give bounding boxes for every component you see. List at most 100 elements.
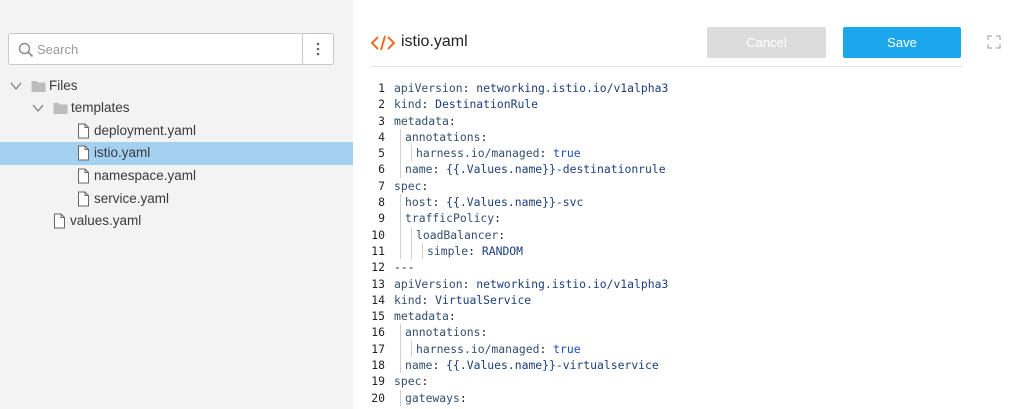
- yaml-key: gateways: [405, 390, 460, 405]
- yaml-key: kind: [394, 292, 422, 307]
- code-text: apiVersion: networking.istio.io/v1alpha3: [394, 81, 669, 95]
- expand-icon[interactable]: [987, 35, 1001, 49]
- code-line: 18 name: {{.Values.name}}-virtualservice: [353, 357, 1024, 374]
- code-text: kind: DestinationRule: [394, 97, 539, 112]
- code-tag-icon: [371, 35, 395, 51]
- yaml-key: apiVersion: [394, 276, 463, 291]
- yaml-key: harness.io/managed: [416, 146, 540, 161]
- file-icon: [78, 168, 89, 184]
- code-text: metadata:: [394, 309, 456, 324]
- code-text: harness.io/managed: true: [394, 340, 581, 358]
- tree-file[interactable]: service.yaml: [0, 188, 353, 211]
- yaml-key: simple: [427, 243, 469, 258]
- yaml-key: annotations: [405, 129, 481, 144]
- code-text: gateways:: [394, 389, 467, 406]
- yaml-key: apiVersion: [394, 81, 463, 95]
- search-box: [8, 33, 314, 65]
- folder-icon: [31, 81, 46, 92]
- code-line: 3 metadata:: [353, 113, 1024, 129]
- tree-item-label: Files: [49, 78, 78, 93]
- yaml-value: networking.istio.io/v1alpha3: [476, 276, 669, 291]
- tree-file[interactable]: values.yaml: [0, 210, 353, 233]
- indent-guide: [400, 226, 405, 243]
- code-text: harness.io/managed: true: [394, 145, 581, 162]
- yaml-key: harness.io/managed: [416, 341, 540, 356]
- chevron-down-icon[interactable]: [32, 103, 44, 113]
- yaml-value: true: [553, 341, 581, 356]
- code-line: 8 host: {{.Values.name}}-svc: [353, 194, 1024, 211]
- code-line: 5 harness.io/managed: true: [353, 145, 1024, 162]
- tree-file[interactable]: deployment.yaml: [0, 120, 353, 143]
- code-area[interactable]: 1 apiVersion: networking.istio.io/v1alpha…: [353, 80, 1024, 406]
- line-number: 7: [378, 178, 385, 193]
- yaml-value: {{.Values.name}}-virtualservice: [446, 358, 659, 373]
- yaml-value: {{.Values.name}}-destinationrule: [446, 162, 666, 177]
- code-text: metadata:: [394, 113, 456, 128]
- indent-guide: [400, 145, 405, 162]
- line-number: 16: [371, 325, 385, 340]
- line-number: 8: [378, 195, 385, 210]
- indent-guide: [400, 242, 405, 260]
- code-line: 1 apiVersion: networking.istio.io/v1alpha…: [353, 80, 1024, 96]
- code-text: simple: RANDOM: [394, 242, 523, 260]
- yaml-key: kind: [394, 97, 422, 112]
- tree-item-label: namespace.yaml: [94, 168, 197, 183]
- code-text: apiVersion: networking.istio.io/v1alpha3: [394, 276, 669, 291]
- yaml-key: name: [405, 162, 433, 177]
- search-icon: [18, 42, 34, 58]
- tree-file[interactable]: istio.yaml: [0, 142, 353, 165]
- line-number: 14: [371, 292, 385, 307]
- code-text: spec:: [394, 178, 429, 193]
- code-text: kind: VirtualService: [394, 292, 532, 307]
- yaml-separator: ---: [394, 260, 415, 275]
- tree-folder[interactable]: templates: [0, 97, 353, 120]
- search-input[interactable]: [37, 34, 307, 64]
- line-number: 9: [378, 211, 385, 226]
- yaml-key: annotations: [405, 325, 481, 340]
- code-line: 2 kind: DestinationRule: [353, 96, 1024, 112]
- code-line: 15 metadata:: [353, 308, 1024, 324]
- line-number: 6: [378, 162, 385, 177]
- code-text: host: {{.Values.name}}-svc: [394, 194, 583, 211]
- more-options-button[interactable]: [302, 33, 334, 65]
- line-number: 11: [371, 243, 385, 258]
- code-text: loadBalancer:: [394, 226, 505, 243]
- cancel-button[interactable]: Cancel: [707, 27, 826, 58]
- header-divider: [371, 66, 963, 67]
- yaml-key: spec: [394, 178, 422, 193]
- yaml-key: name: [405, 358, 433, 373]
- file-title: istio.yaml: [401, 33, 468, 50]
- code-line: 13 apiVersion: networking.istio.io/v1alph…: [353, 276, 1024, 292]
- code-line: 20 gateways:: [353, 389, 1024, 406]
- code-editor-panel: istio.yaml Cancel Save 1 apiVersion: netw…: [353, 0, 1024, 409]
- line-number: 4: [378, 129, 385, 144]
- save-button[interactable]: Save: [843, 27, 961, 58]
- yaml-value: true: [553, 146, 581, 161]
- code-line: 14 kind: VirtualService: [353, 292, 1024, 308]
- tree-item-label: service.yaml: [94, 191, 170, 206]
- line-number: 5: [378, 146, 385, 161]
- chevron-down-icon[interactable]: [10, 81, 22, 91]
- file-icon: [54, 213, 65, 229]
- folder-icon: [53, 103, 68, 114]
- indent-guide: [411, 242, 416, 260]
- line-number: 20: [371, 390, 385, 405]
- yaml-key: metadata: [394, 309, 449, 324]
- yaml-value: networking.istio.io/v1alpha3: [476, 81, 669, 95]
- line-number: 1: [378, 81, 385, 95]
- code-line: 7 spec:: [353, 178, 1024, 194]
- tree-folder[interactable]: Files: [0, 75, 353, 98]
- tree-item-label: templates: [71, 100, 130, 115]
- code-text: name: {{.Values.name}}-destinationrule: [394, 161, 666, 178]
- tree-item-label: deployment.yaml: [94, 123, 197, 138]
- yaml-key: spec: [394, 374, 422, 389]
- code-text: annotations:: [394, 128, 487, 146]
- tree-item-label: values.yaml: [70, 213, 142, 228]
- code-text: trafficPolicy:: [394, 210, 501, 227]
- code-line: 11 simple: RANDOM: [353, 242, 1024, 260]
- editor-header: istio.yaml Cancel Save: [353, 0, 1024, 67]
- file-icon: [78, 145, 89, 161]
- tree-file[interactable]: namespace.yaml: [0, 165, 353, 188]
- yaml-key: host: [405, 195, 433, 210]
- code-line: 10 loadBalancer:: [353, 226, 1024, 243]
